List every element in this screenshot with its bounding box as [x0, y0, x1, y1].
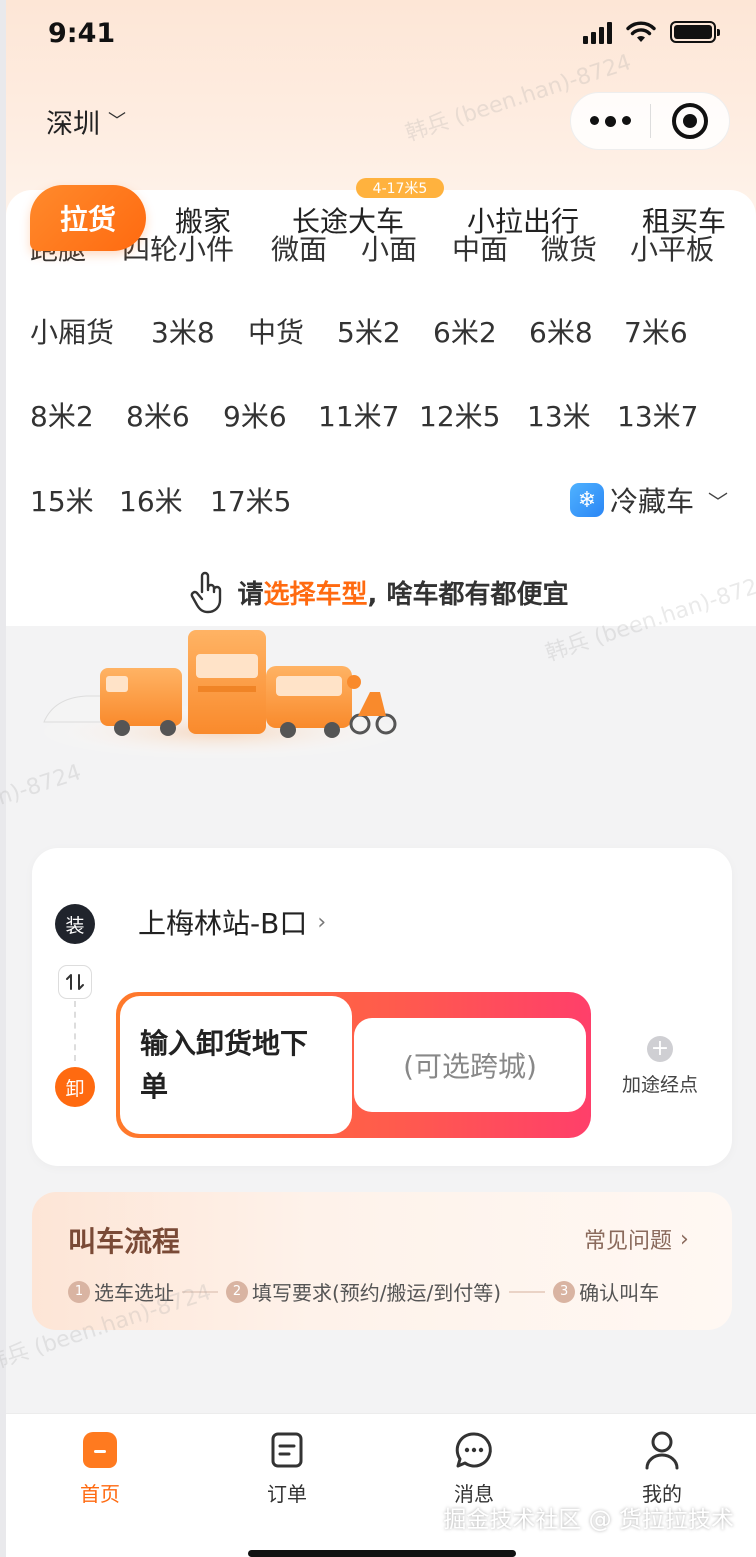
tab-badge: 4-17米5	[356, 178, 444, 198]
nav-profile[interactable]: 我的	[602, 1430, 722, 1507]
vehicle-option[interactable]: 微面	[271, 228, 327, 268]
vehicle-option[interactable]: 16米	[119, 480, 183, 520]
vehicle-option[interactable]: 13米	[527, 395, 591, 435]
vehicle-option[interactable]: 17米5	[210, 480, 291, 520]
vehicle-option[interactable]: 9米6	[223, 395, 287, 435]
vehicle-option[interactable]: 8米6	[126, 395, 190, 435]
battery-icon	[670, 21, 720, 43]
hint-suffix: , 啥车都有都便宜	[367, 579, 569, 610]
chevron-down-icon: ﹀	[108, 110, 126, 132]
profile-icon	[642, 1430, 682, 1470]
swap-address-button[interactable]	[58, 965, 92, 999]
step-label: 选车选址	[94, 1281, 174, 1305]
unload-address-input[interactable]: 输入卸货地下单	[120, 996, 352, 1134]
load-badge: 装	[55, 904, 95, 944]
step-label: 确认叫车	[579, 1281, 660, 1305]
chevron-down-icon: ﹀	[708, 489, 729, 514]
step-connector	[182, 1290, 218, 1293]
swap-icon	[66, 974, 84, 990]
load-address-text: 上梅林站-B口	[138, 907, 308, 940]
app-screen: 9:41 深圳 ﹀ 4-17米5 拉货 搬家 长途大车 小拉出行 租买车 跑腿 …	[0, 0, 756, 1557]
nav-home[interactable]: 首页	[40, 1430, 160, 1507]
wifi-icon	[626, 21, 656, 42]
select-vehicle-hint: 请选择车型, 啥车都有都便宜	[0, 570, 756, 614]
vehicle-option[interactable]: 8米2	[30, 395, 94, 435]
vehicle-option[interactable]: 中货	[248, 311, 304, 351]
process-step: 3 确认叫车	[553, 1277, 659, 1306]
tap-hand-icon	[190, 571, 221, 614]
vehicle-option[interactable]: 3米8	[151, 311, 215, 351]
vehicle-option[interactable]: 7米6	[624, 311, 688, 351]
more-icon[interactable]	[571, 115, 650, 127]
add-stop-label: 加途经点	[621, 1074, 698, 1096]
unload-badge: 卸	[55, 1067, 95, 1107]
nav-separator	[6, 1380, 756, 1414]
vehicle-option[interactable]: 小平板	[630, 228, 714, 268]
status-time: 9:41	[48, 18, 116, 49]
step-number: 3	[553, 1280, 576, 1303]
process-title: 叫车流程	[68, 1225, 181, 1258]
process-steps: 1 选车选址 2 填写要求(预约/搬运/到付等) 3 确认叫车	[68, 1277, 659, 1306]
city-selector[interactable]: 深圳 ﹀	[46, 102, 126, 141]
step-label: 填写要求(预约/搬运/到付等)	[252, 1281, 502, 1305]
nav-messages[interactable]: 消息	[414, 1430, 534, 1507]
hint-prefix: 请	[237, 579, 264, 610]
process-card	[32, 1192, 732, 1330]
chevron-right-icon: ›	[317, 909, 327, 935]
vehicle-option[interactable]: 12米5	[419, 395, 500, 435]
process-step: 1 选车选址	[68, 1277, 174, 1306]
cross-city-option[interactable]: (可选跨城)	[354, 1018, 586, 1112]
step-number: 2	[226, 1280, 248, 1303]
message-icon	[454, 1430, 494, 1470]
home-indicator	[248, 1550, 516, 1557]
vehicle-option[interactable]: 微货	[541, 228, 597, 268]
status-bar: 9:41	[0, 0, 756, 70]
nav-orders-label: 订单	[267, 1482, 307, 1506]
tab-freight[interactable]: 拉货	[30, 185, 146, 251]
vehicle-option[interactable]: 6米8	[529, 311, 593, 351]
vehicle-option[interactable]: 中面	[452, 228, 508, 268]
vehicle-illustration	[35, 630, 405, 760]
home-icon	[80, 1430, 120, 1470]
vehicle-option[interactable]: 13米7	[617, 395, 698, 435]
vehicle-option[interactable]: 小厢货	[30, 311, 114, 351]
vehicle-option[interactable]: 5米2	[337, 311, 401, 351]
close-miniprogram-icon[interactable]	[651, 103, 730, 139]
vehicle-option[interactable]: 小面	[361, 228, 417, 268]
cold-chain-label: 冷藏车	[610, 485, 695, 518]
status-icons	[583, 20, 720, 44]
miniprogram-capsule	[570, 92, 730, 150]
cold-chain-selector[interactable]: ❄ 冷藏车 ﹀	[570, 480, 728, 520]
load-address[interactable]: 上梅林站-B口 ›	[138, 902, 326, 942]
faq-label: 常见问题	[584, 1229, 673, 1254]
plus-icon: +	[647, 1036, 673, 1062]
step-connector	[509, 1290, 546, 1293]
faq-link[interactable]: 常见问题 ›	[584, 1223, 689, 1255]
step-number: 1	[68, 1280, 90, 1303]
footer-watermark: 掘金技术社区 @ 货拉拉技术	[443, 1507, 734, 1533]
vehicle-option[interactable]: 6米2	[433, 311, 497, 351]
add-stop-button[interactable]: + 加途经点	[614, 1036, 706, 1097]
chevron-right-icon: ›	[680, 1226, 689, 1252]
city-label: 深圳	[46, 109, 100, 140]
hint-highlight: 选择车型	[263, 579, 368, 610]
nav-orders[interactable]: 订单	[227, 1430, 347, 1507]
route-connector	[74, 1001, 76, 1061]
vehicle-option[interactable]: 11米7	[318, 395, 399, 435]
process-step: 2 填写要求(预约/搬运/到付等)	[226, 1277, 501, 1306]
nav-home-label: 首页	[80, 1482, 120, 1506]
vehicle-option[interactable]: 15米	[30, 480, 94, 520]
snowflake-icon: ❄	[570, 483, 604, 517]
signal-icon	[583, 20, 612, 44]
order-icon	[267, 1430, 307, 1470]
